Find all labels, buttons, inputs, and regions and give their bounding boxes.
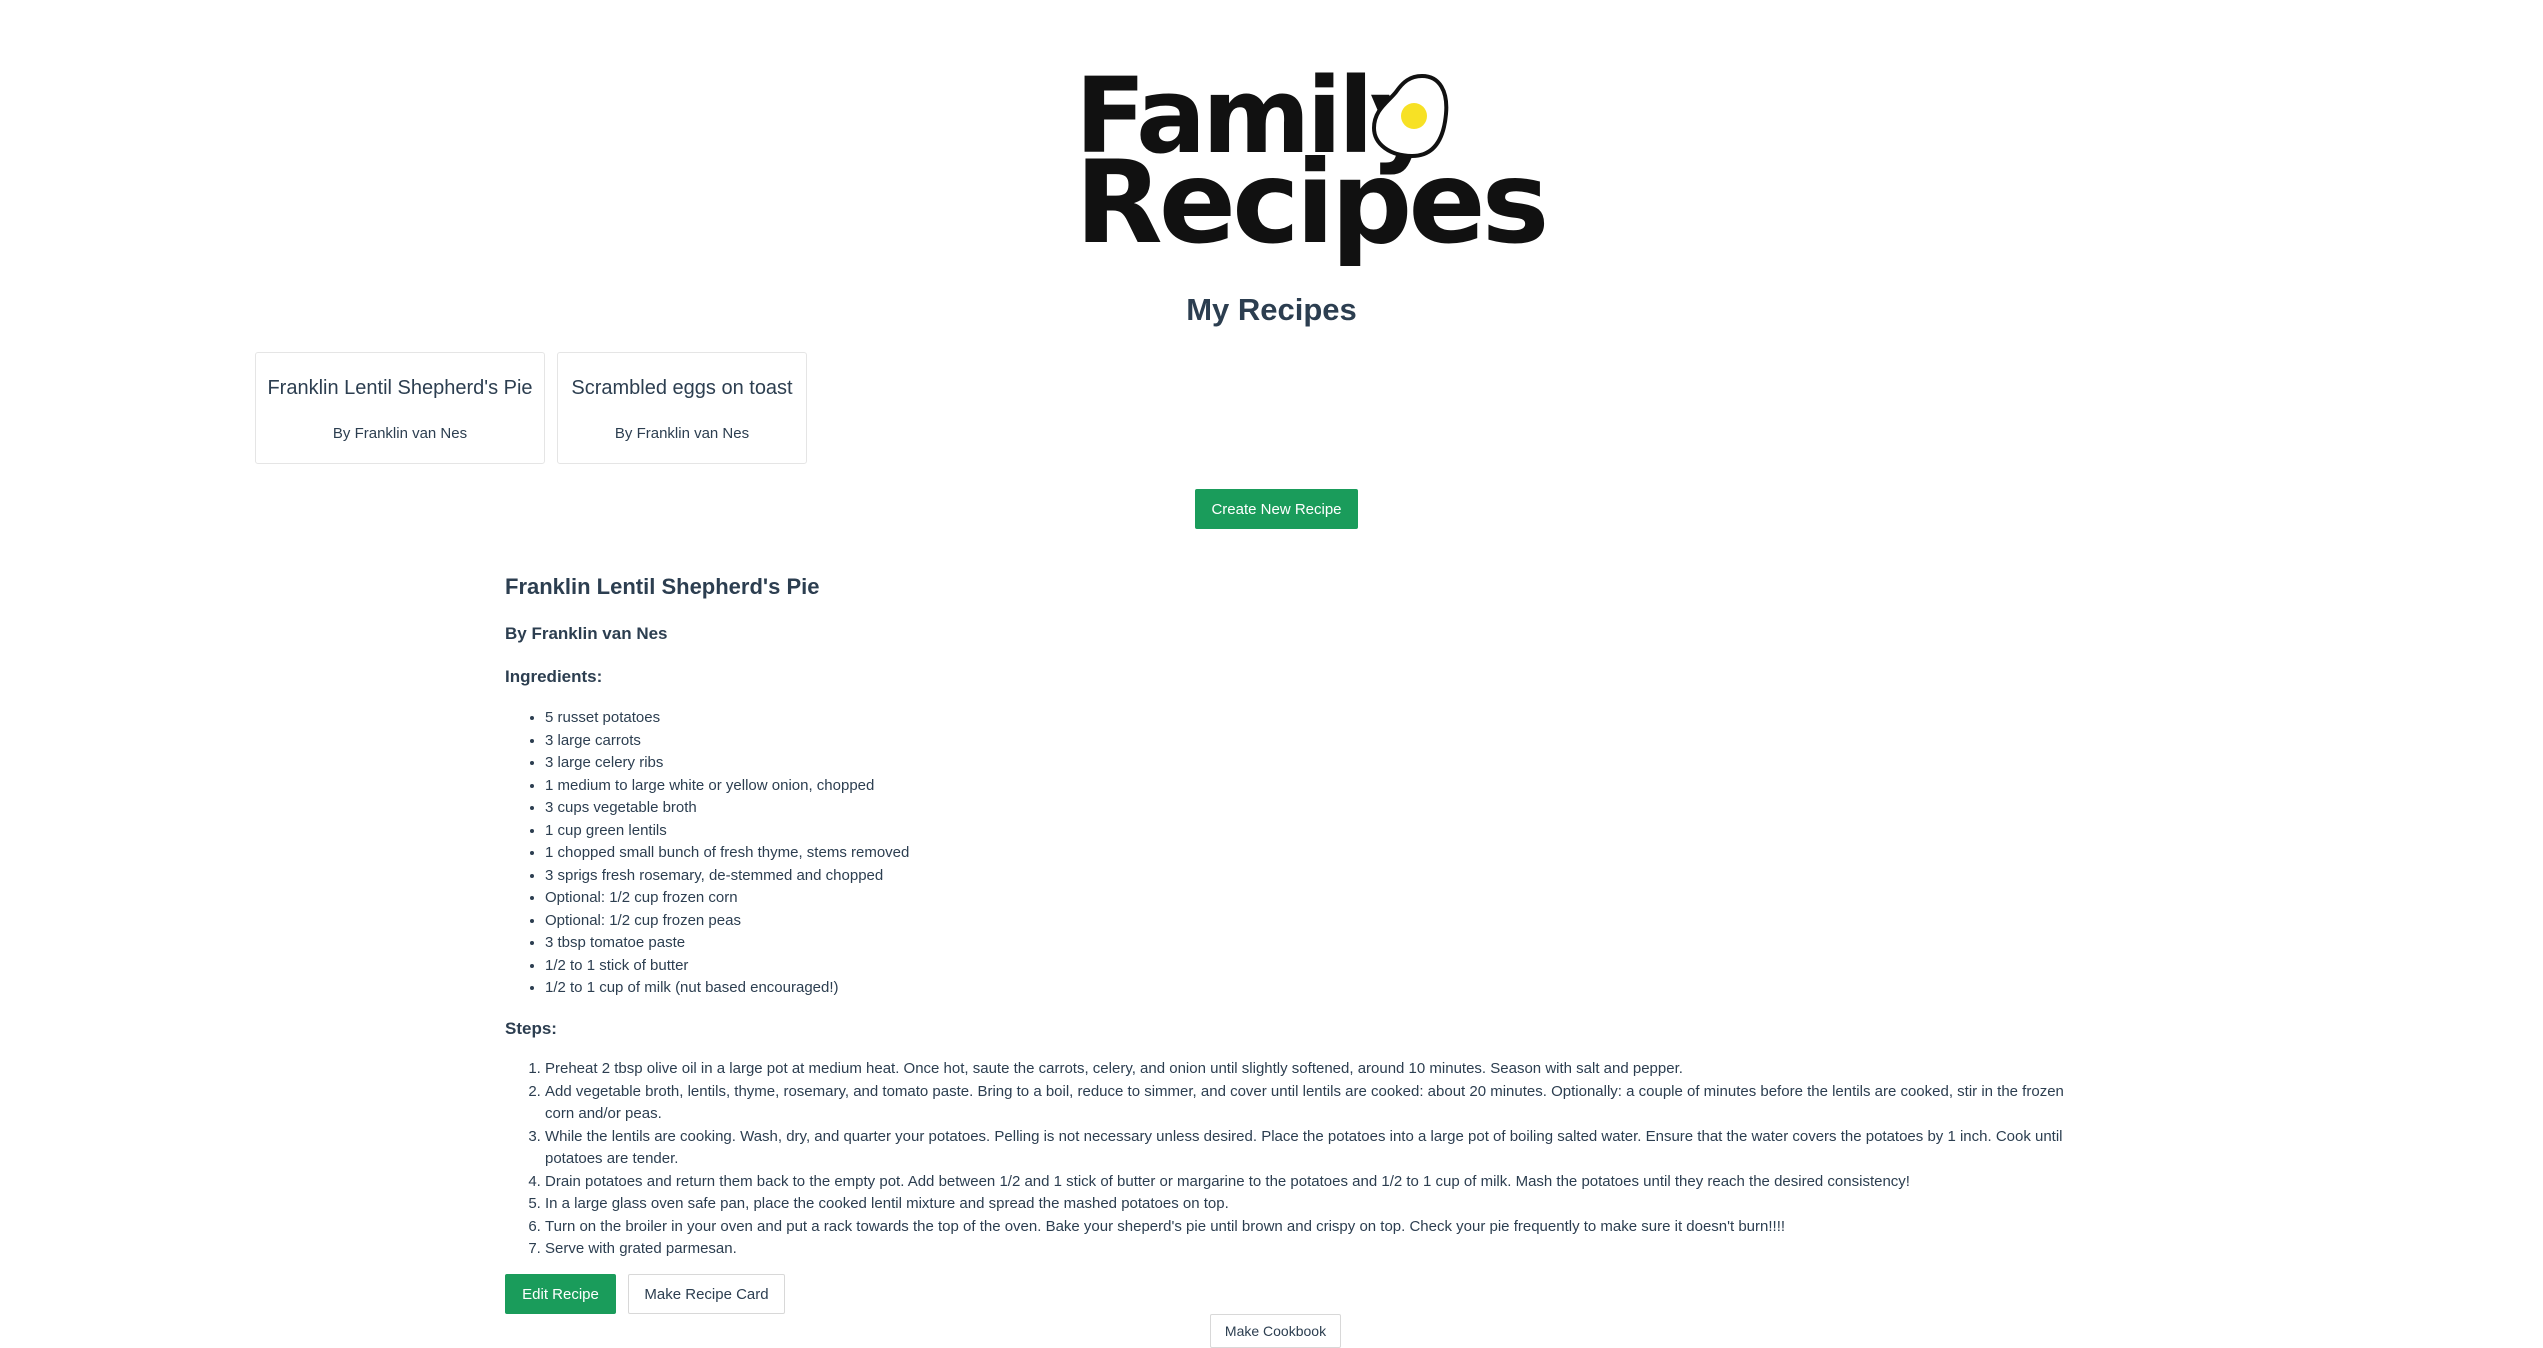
list-item: In a large glass oven safe pan, place th… bbox=[545, 1193, 2065, 1216]
list-item: 3 cups vegetable broth bbox=[545, 797, 909, 820]
recipe-card[interactable]: Franklin Lentil Shepherd's Pie By Frankl… bbox=[255, 352, 545, 464]
list-item: Serve with grated parmesan. bbox=[545, 1238, 2065, 1261]
list-item: 5 russet potatoes bbox=[545, 707, 909, 730]
create-new-recipe-button[interactable]: Create New Recipe bbox=[1195, 489, 1358, 529]
recipe-detail-author: By Franklin van Nes bbox=[505, 624, 668, 643]
ingredients-list: 5 russet potatoes 3 large carrots 3 larg… bbox=[505, 707, 909, 1000]
list-item: Optional: 1/2 cup frozen corn bbox=[545, 887, 909, 910]
list-item: 3 sprigs fresh rosemary, de-stemmed and … bbox=[545, 865, 909, 888]
list-item: Drain potatoes and return them back to t… bbox=[545, 1171, 2065, 1194]
recipe-card-title: Scrambled eggs on toast bbox=[571, 377, 793, 399]
list-item: 1/2 to 1 stick of butter bbox=[545, 955, 909, 978]
list-item: While the lentils are cooking. Wash, dry… bbox=[545, 1126, 2065, 1171]
steps-heading: Steps: bbox=[505, 1019, 557, 1038]
page-title: My Recipes bbox=[1186, 292, 1357, 327]
list-item: Preheat 2 tbsp olive oil in a large pot … bbox=[545, 1058, 2065, 1081]
list-item: 3 large celery ribs bbox=[545, 752, 909, 775]
make-cookbook-button[interactable]: Make Cookbook bbox=[1210, 1314, 1341, 1348]
list-item: Turn on the broiler in your oven and put… bbox=[545, 1216, 2065, 1239]
recipe-detail-title: Franklin Lentil Shepherd's Pie bbox=[505, 574, 820, 599]
family-recipes-logo: Family Recipes bbox=[1075, 64, 1550, 274]
list-item: Add vegetable broth, lentils, thyme, ros… bbox=[545, 1081, 2065, 1126]
recipe-card-author: By Franklin van Nes bbox=[614, 425, 750, 442]
list-item: Optional: 1/2 cup frozen peas bbox=[545, 910, 909, 933]
list-item: 3 large carrots bbox=[545, 730, 909, 753]
list-item: 1 medium to large white or yellow onion,… bbox=[545, 775, 909, 798]
recipe-card[interactable]: Scrambled eggs on toast By Franklin van … bbox=[557, 352, 807, 464]
list-item: 1 cup green lentils bbox=[545, 820, 909, 843]
recipe-card-author: By Franklin van Nes bbox=[332, 425, 468, 442]
make-recipe-card-button[interactable]: Make Recipe Card bbox=[628, 1274, 785, 1314]
edit-recipe-button[interactable]: Edit Recipe bbox=[505, 1274, 616, 1314]
recipe-card-title: Franklin Lentil Shepherd's Pie bbox=[267, 377, 533, 399]
fried-egg-icon bbox=[1371, 73, 1449, 159]
steps-list: Preheat 2 tbsp olive oil in a large pot … bbox=[505, 1058, 2065, 1261]
list-item: 1/2 to 1 cup of milk (nut based encourag… bbox=[545, 977, 909, 1000]
logo-word-recipes: Recipes bbox=[1075, 136, 1550, 269]
list-item: 1 chopped small bunch of fresh thyme, st… bbox=[545, 842, 909, 865]
list-item: 3 tbsp tomatoe paste bbox=[545, 932, 909, 955]
ingredients-heading: Ingredients: bbox=[505, 667, 603, 686]
